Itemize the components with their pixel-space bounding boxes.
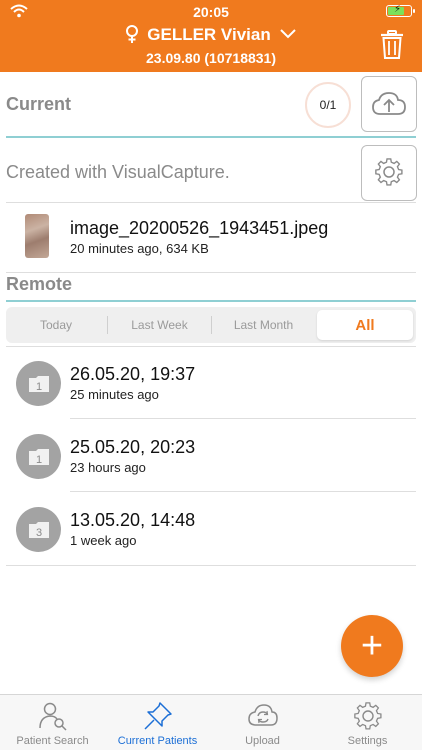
tab-label: Current Patients (117, 735, 198, 747)
chevron-down-icon (280, 29, 296, 39)
list-item-age: 1 week ago (70, 533, 137, 548)
remote-section-title: Remote (6, 274, 73, 294)
svg-text:3: 3 (35, 527, 41, 539)
tab-patient-search[interactable]: Patient Search (0, 695, 105, 750)
upload-button[interactable] (361, 76, 417, 132)
list-item-age: 23 hours ago (70, 460, 146, 475)
current-section-title: Current (6, 94, 72, 114)
filter-last-month[interactable]: Last Month (212, 307, 315, 343)
divider (6, 202, 416, 203)
gear-icon (375, 158, 403, 186)
patient-info: 23.09.80 (10718831) (146, 50, 276, 66)
divider (70, 491, 416, 492)
divider (6, 272, 416, 273)
time-filter-segmented-control: Today Last Week Last Month All (6, 307, 416, 343)
pin-icon (144, 702, 172, 730)
patient-name: GELLER Vivian (147, 25, 271, 44)
cloud-sync-icon (248, 704, 278, 726)
upload-counter: 0/1 (305, 82, 351, 128)
header-bar: 20:05 ⚡ GELLER Vivian 23.09.80 (10718831… (0, 0, 422, 72)
divider (6, 346, 416, 347)
list-item-date: 25.05.20, 20:23 (70, 437, 196, 457)
list-item-date: 13.05.20, 14:48 (70, 510, 196, 530)
tab-current-patients[interactable]: Current Patients (105, 695, 210, 750)
plus-icon: + (360, 625, 384, 667)
svg-text:1: 1 (35, 454, 41, 466)
divider (6, 565, 416, 566)
cloud-upload-icon (372, 92, 406, 115)
current-divider (6, 136, 416, 138)
file-meta: 20 minutes ago, 634 KB (70, 241, 209, 256)
status-time: 20:05 (193, 4, 229, 20)
tab-upload[interactable]: Upload (210, 695, 315, 750)
tab-label: Patient Search (16, 735, 89, 747)
add-button[interactable]: + (341, 615, 403, 677)
filter-last-week[interactable]: Last Week (108, 307, 211, 343)
patient-selector[interactable]: GELLER Vivian (0, 25, 422, 45)
filter-today[interactable]: Today (6, 307, 106, 343)
settings-button[interactable] (361, 145, 417, 201)
capture-description: Created with VisualCapture. (6, 162, 230, 182)
svg-text:1: 1 (35, 381, 41, 393)
tab-label: Upload (245, 735, 280, 747)
file-name: image_20200526_1943451.jpeg (70, 218, 329, 238)
gear-icon (354, 702, 382, 730)
list-item-age: 25 minutes ago (70, 387, 159, 402)
list-item-date: 26.05.20, 19:37 (70, 364, 196, 384)
tab-label: Settings (347, 735, 388, 747)
remote-divider (6, 300, 416, 302)
female-icon (126, 25, 139, 43)
tab-settings[interactable]: Settings (315, 695, 420, 750)
battery-icon: ⚡ (386, 4, 415, 17)
folder-icon: 1 (16, 361, 61, 406)
folder-icon: 3 (16, 507, 61, 552)
folder-icon: 1 (16, 434, 61, 479)
image-thumbnail (25, 214, 49, 258)
tab-bar: Patient Search Current Patients Upload S… (0, 694, 422, 750)
divider (70, 418, 416, 419)
filter-all[interactable]: All (317, 310, 413, 340)
person-search-icon (39, 702, 67, 731)
trash-icon[interactable] (380, 30, 404, 60)
